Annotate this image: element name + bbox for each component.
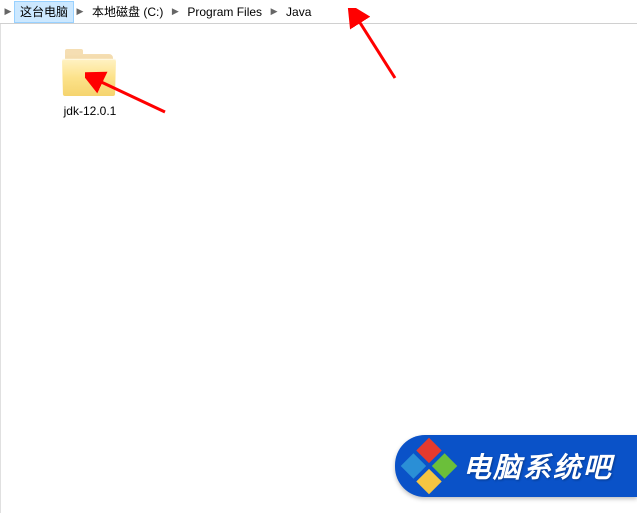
folder-label: jdk-12.0.1 [64, 104, 117, 118]
chevron-right-icon[interactable]: ▶ [268, 1, 280, 23]
breadcrumb-program-files[interactable]: Program Files [181, 1, 268, 23]
chevron-right-icon[interactable]: ▶ [169, 1, 181, 23]
breadcrumb-this-pc[interactable]: 这台电脑 [14, 1, 74, 23]
watermark-badge: 电脑系统吧 [395, 435, 637, 497]
folder-jdk[interactable]: jdk-12.0.1 [50, 54, 130, 118]
watermark-text: 电脑系统吧 [463, 446, 613, 486]
watermark-logo-icon [401, 438, 458, 495]
chevron-right-icon[interactable]: ▶ [74, 1, 86, 23]
breadcrumb-drive-c[interactable]: 本地磁盘 (C:) [86, 1, 169, 23]
folder-icon [63, 54, 117, 98]
chevron-right-icon[interactable]: ▶ [2, 1, 14, 23]
breadcrumb-bar: ▶ 这台电脑 ▶ 本地磁盘 (C:) ▶ Program Files ▶ Jav… [0, 0, 637, 24]
breadcrumb-java[interactable]: Java [280, 1, 317, 23]
